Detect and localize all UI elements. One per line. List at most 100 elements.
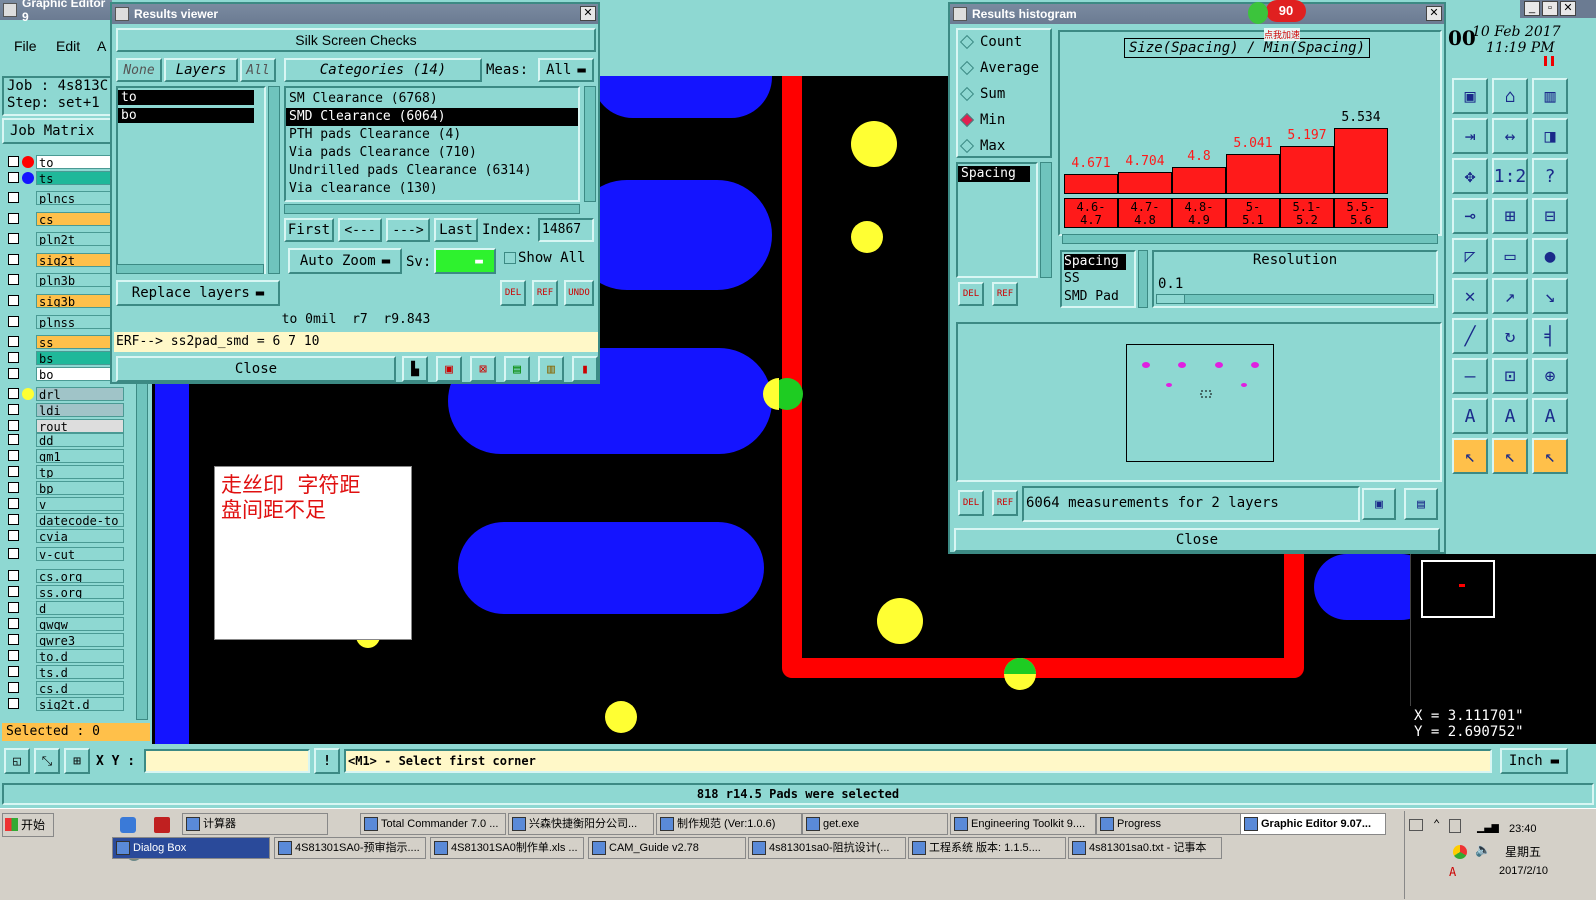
taskbar-item[interactable]: 4s81301sa0-阻抗设计(... [748,837,906,859]
layer-row-cs[interactable]: cs [8,211,124,226]
layout-icon[interactable]: ▤ [1404,488,1438,520]
category-item-selected[interactable]: SMD Clearance (6064) [286,108,578,126]
stat-option-min[interactable]: Min [959,112,1005,128]
taskbar-item[interactable]: CAM_Guide v2.78 [588,837,746,859]
attribute-table-scrollbar[interactable] [1138,250,1148,308]
radio-icon[interactable] [959,86,975,102]
layer-checkbox[interactable] [8,434,19,445]
tray-expand-icon[interactable]: ⌃ [1433,817,1440,831]
rotate-icon[interactable]: ↻ [1492,318,1528,354]
layer-checkbox[interactable] [8,172,19,183]
arc-b-icon[interactable]: A [1492,398,1528,434]
query-icon[interactable]: ? [1532,158,1568,194]
hist-del-button[interactable]: DEL [958,282,984,306]
cursor-a-icon[interactable]: ↖ [1452,438,1488,474]
layer-checkbox[interactable] [8,213,19,224]
result-layer-to[interactable]: to [118,90,254,105]
result-layer-list[interactable]: to bo [116,86,266,274]
layer-row-bo[interactable]: bo [8,366,124,381]
prev-button[interactable]: <--- [338,218,382,242]
layer-checkbox[interactable] [8,482,19,493]
clear-icon[interactable]: ⊠ [470,356,496,382]
layer-row-ts.d[interactable]: ts.d [8,664,124,679]
result-hscrollbar[interactable] [116,264,264,274]
category-scrollbar[interactable] [584,86,596,202]
layer-row-drl[interactable]: drl [8,386,124,401]
taskbar-item[interactable]: 4S81301SA0制作单.xls ... [430,837,584,859]
hist-ref-button[interactable]: REF [992,282,1018,306]
taskbar-item[interactable]: 计算器 [182,813,328,835]
attribute-item-spacing[interactable]: Spacing [958,166,1030,182]
close-icon[interactable]: ✕ [1560,1,1576,16]
layer-checkbox[interactable] [8,254,19,265]
line-icon[interactable]: — [1452,358,1488,394]
show-all-checkbox[interactable] [504,252,516,264]
layer-row-sig3b[interactable]: sig3b [8,293,124,308]
menu-edit[interactable]: Edit [56,38,80,54]
layer-checkbox[interactable] [8,316,19,327]
keyboard-icon[interactable] [1409,819,1423,831]
layer-checkbox[interactable] [8,586,19,597]
histogram-bar[interactable] [1064,174,1118,194]
histogram-bucket[interactable]: 5.5- 5.6 [1334,198,1388,228]
layer-checkbox[interactable] [8,514,19,525]
draw-icon[interactable]: ◸ [1452,238,1488,274]
layer-checkbox[interactable] [8,192,19,203]
histogram-bucket[interactable]: 4.6- 4.7 [1064,198,1118,228]
hist-ref-button-2[interactable]: REF [992,490,1018,516]
layer-checkbox[interactable] [8,420,19,431]
layer-row-to.d[interactable]: to.d [8,648,124,663]
first-button[interactable]: First [284,218,334,242]
layout-icon[interactable]: ▥ [1532,78,1568,114]
route-icon[interactable]: ⊞ [1492,198,1528,234]
result-layer-bo[interactable]: bo [118,108,254,123]
layer-row-ts[interactable]: ts [8,170,124,185]
layer-checkbox[interactable] [8,650,19,661]
cursor-c-icon[interactable]: ↖ [1532,438,1568,474]
layer-checkbox[interactable] [8,570,19,581]
index-input[interactable]: 14867 [538,218,594,242]
layer-checkbox[interactable] [8,450,19,461]
histogram-bucket[interactable]: 5.1- 5.2 [1280,198,1334,228]
taskbar-item[interactable]: 制作规范 (Ver:1.0.6) [656,813,802,835]
layer-row-v-cut[interactable]: v-cut [8,546,124,561]
layer-checkbox[interactable] [8,336,19,347]
histogram-bar[interactable] [1118,172,1172,194]
histogram-bar[interactable] [1172,167,1226,194]
screen-icon[interactable]: ▣ [436,356,462,382]
layer-row-gm1[interactable]: gm1 [8,448,124,463]
result-layer-scrollbar[interactable] [268,86,280,274]
all-button[interactable]: All [240,58,276,82]
home-icon[interactable]: ⌂ [1492,78,1528,114]
layer-checkbox[interactable] [8,698,19,709]
slice-icon[interactable]: ╱ [1452,318,1488,354]
layer-row-ldi[interactable]: ldi [8,402,124,417]
resolution-slider-thumb[interactable] [1157,295,1185,303]
sv-color-select[interactable]: ▬ [434,248,496,274]
taskbar-item[interactable]: Dialog Box [112,837,270,859]
attribute-list[interactable]: Spacing [956,162,1038,278]
taskbar-item[interactable]: Graphic Editor 9.07... [1240,813,1386,835]
layer-row-bs[interactable]: bs [8,350,124,365]
layer-row-v[interactable]: v [8,496,124,511]
chrome-icon[interactable] [1453,845,1467,859]
radio-icon[interactable] [959,112,975,128]
component-icon[interactable]: ↔ [1492,118,1528,154]
layer-row-plncs[interactable]: plncs [8,190,124,205]
layer-checkbox[interactable] [8,530,19,541]
chart-hscrollbar[interactable] [1062,234,1438,244]
layer-row-pln2t[interactable]: pln2t [8,231,124,246]
del-button[interactable]: DEL [500,280,526,306]
layer-row-plnss[interactable]: plnss [8,314,124,329]
layer-row-qwqw[interactable]: qwqw [8,616,124,631]
taskbar-item[interactable]: 工程系统 版本: 1.1.5.... [908,837,1066,859]
histogram-bar[interactable] [1334,127,1388,194]
hist-close-button[interactable]: Close [954,528,1440,552]
job-matrix-button[interactable]: Job Matrix [2,118,114,144]
layer-row-pln3b[interactable]: pln3b [8,272,124,287]
alert-icon[interactable]: ! [314,748,340,774]
layer-row-datecode-to[interactable]: datecode-to [8,512,124,527]
layer-row-cvia[interactable]: cvia [8,528,124,543]
print-icon[interactable]: ▣ [1452,78,1488,114]
input-method-icon[interactable]: A [1449,865,1456,879]
